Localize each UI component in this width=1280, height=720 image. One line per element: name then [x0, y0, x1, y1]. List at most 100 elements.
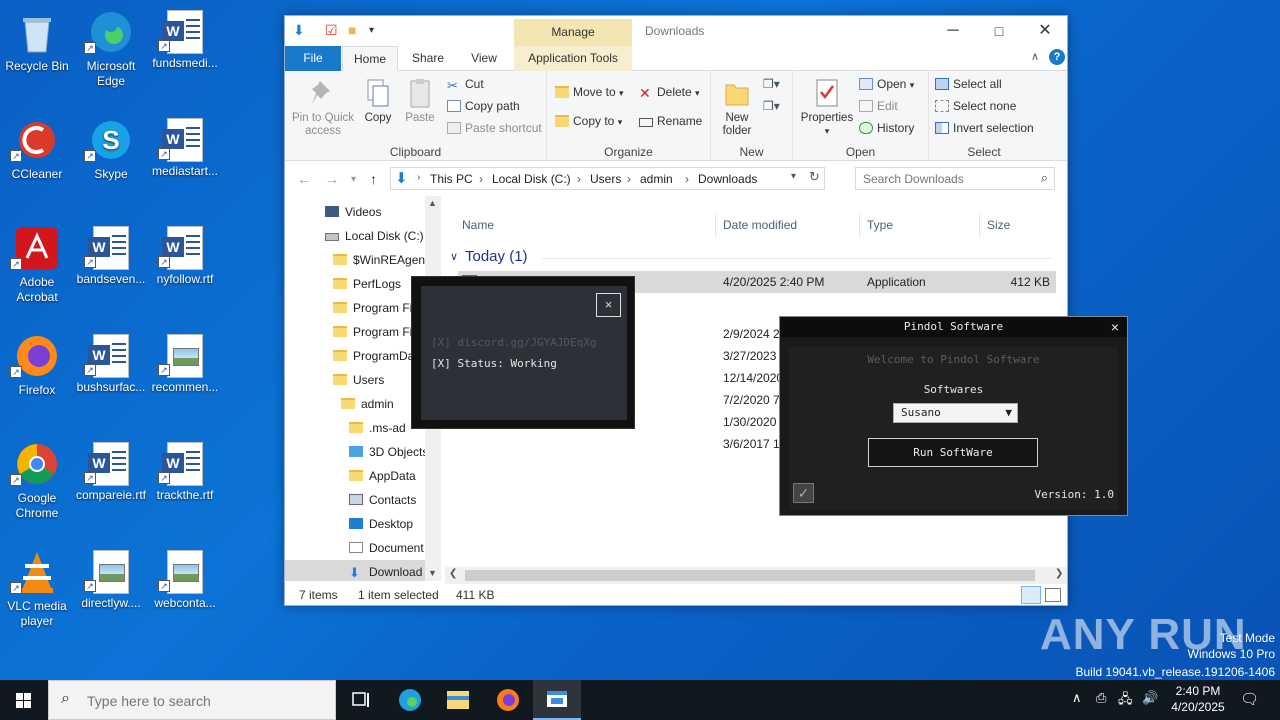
tray-device-icon[interactable]: ⎙	[1096, 690, 1106, 706]
notifications-icon[interactable]: 🗨	[1240, 690, 1259, 708]
new-item-icon[interactable]: ❐▾	[763, 77, 780, 91]
desktop-icon[interactable]: S ↗ Skype	[74, 116, 148, 182]
customize-qa-icon[interactable]: ▾	[369, 25, 374, 36]
search-input[interactable]	[856, 168, 1026, 189]
close-button[interactable]: ✕	[1023, 20, 1067, 44]
nav-item[interactable]: Users	[333, 368, 384, 392]
address-bar[interactable]: ⬇ › This PC › Local Disk (C:) › Users › …	[390, 167, 825, 190]
desktop-icon[interactable]: ↗ Google Chrome	[0, 440, 74, 521]
nav-item[interactable]: AppData	[349, 464, 416, 488]
tab-file[interactable]: File	[285, 46, 341, 71]
nav-item[interactable]: admin	[341, 392, 394, 416]
column-type[interactable]: Type	[867, 218, 893, 232]
desktop-icon[interactable]: W ↗ fundsmedi...	[148, 8, 222, 71]
nav-item[interactable]: .ms-ad	[349, 416, 406, 440]
tab-home[interactable]: Home	[342, 46, 398, 71]
desktop-icon[interactable]: ↗ webconta...	[148, 548, 222, 611]
nav-item[interactable]: Desktop	[349, 512, 413, 536]
scroll-left-icon[interactable]: ❮	[449, 568, 457, 579]
breadcrumb-users[interactable]: Users	[590, 172, 621, 186]
new-folder-quick-icon[interactable]: ■	[348, 22, 356, 38]
taskbar-firefox[interactable]	[484, 680, 532, 720]
desktop-icon[interactable]: W ↗ bushsurfac...	[74, 332, 148, 395]
maximize-button[interactable]: □	[977, 20, 1021, 44]
desktop-icon[interactable]: ↗ recommen...	[148, 332, 222, 395]
scroll-right-icon[interactable]: ❯	[1055, 568, 1063, 579]
invert-selection-button[interactable]: Invert selection	[935, 118, 1034, 138]
taskbar-file-explorer[interactable]	[434, 680, 482, 720]
nav-item[interactable]: Program Fi	[333, 296, 412, 320]
desktop-icon[interactable]: ↗ VLC media player	[0, 548, 74, 629]
cut-button[interactable]: ✂ Cut	[447, 74, 484, 94]
recent-locations-icon[interactable]: ▾	[351, 174, 356, 185]
software-select[interactable]: Susano ▼	[893, 403, 1018, 423]
task-view-button[interactable]	[336, 680, 384, 720]
quick-access-download-icon[interactable]: ⬇	[293, 22, 305, 39]
taskbar-clock[interactable]: 2:40 PM 4/20/2025	[1160, 683, 1236, 715]
scroll-down-icon[interactable]: ▼	[428, 568, 437, 578]
copy-to-button[interactable]: Copy to ▾	[555, 111, 622, 131]
copy-button[interactable]: Copy	[359, 77, 397, 125]
copy-path-button[interactable]: Copy path	[447, 96, 520, 116]
start-button[interactable]	[0, 680, 48, 720]
properties-button[interactable]: Properties ▾	[799, 77, 855, 138]
collapse-ribbon-icon[interactable]: ∧	[1031, 50, 1039, 63]
help-icon[interactable]: ?	[1049, 49, 1065, 65]
up-arrow-icon[interactable]: ↑	[370, 171, 377, 187]
select-all-button[interactable]: Select all	[935, 74, 1002, 94]
desktop-icon[interactable]: ↗ Adobe Acrobat	[0, 224, 74, 305]
breadcrumb-local-disk[interactable]: Local Disk (C:)	[492, 172, 571, 186]
nav-item[interactable]: Program Fi	[333, 320, 412, 344]
pindol-close-button[interactable]: ×	[1111, 317, 1119, 337]
desktop-icon[interactable]: W ↗ mediastart...	[148, 116, 222, 179]
checkbox[interactable]: ✓	[793, 483, 814, 503]
paste-shortcut-button[interactable]: Paste shortcut	[447, 118, 542, 138]
nav-item[interactable]: Local Disk (C:)	[325, 224, 424, 248]
nav-item[interactable]: Document	[349, 536, 424, 560]
taskbar-search[interactable]: ⌕	[48, 680, 336, 720]
nav-item[interactable]: Videos	[325, 200, 381, 224]
nav-item[interactable]: ⬇ Download	[285, 560, 439, 581]
easy-access-icon[interactable]: ❐▾	[763, 99, 780, 113]
desktop-icon[interactable]: ↗ Microsoft Edge	[74, 8, 148, 89]
properties-quick-icon[interactable]: ☑	[325, 22, 338, 39]
details-view-icon[interactable]	[1021, 586, 1041, 604]
tray-chevron-icon[interactable]: ∧	[1072, 690, 1082, 706]
search-box[interactable]: ⌕	[855, 167, 1055, 190]
tab-share[interactable]: Share	[405, 46, 451, 71]
network-icon[interactable]: 🖧	[1118, 690, 1133, 712]
breadcrumb-this-pc[interactable]: This PC	[430, 172, 473, 186]
refresh-icon[interactable]: ↻	[809, 169, 820, 185]
edit-button[interactable]: Edit	[859, 96, 898, 116]
address-dropdown-icon[interactable]: ▾	[791, 171, 796, 182]
delete-button[interactable]: ✕ Delete ▾	[639, 82, 700, 102]
select-none-button[interactable]: Select none	[935, 96, 1016, 116]
desktop-icon[interactable]: ↗ Firefox	[0, 332, 74, 398]
column-name[interactable]: Name	[462, 218, 494, 232]
nav-item[interactable]: 3D Objects	[349, 440, 428, 464]
breadcrumb-downloads[interactable]: Downloads	[698, 172, 757, 186]
tab-application-tools[interactable]: Application Tools	[514, 46, 632, 71]
paste-button[interactable]: Paste	[401, 77, 439, 125]
desktop-icon[interactable]: ↗ CCleaner	[0, 116, 74, 182]
nav-item[interactable]: $WinREAgent	[333, 248, 428, 272]
new-folder-button[interactable]: New folder	[715, 77, 759, 138]
taskbar-edge[interactable]	[386, 680, 434, 720]
minimize-button[interactable]: ─	[931, 20, 975, 44]
desktop-icon[interactable]: W ↗ nyfollow.rtf	[148, 224, 222, 287]
breadcrumb-admin[interactable]: admin	[640, 172, 673, 186]
column-date-modified[interactable]: Date modified	[723, 218, 797, 232]
run-software-button[interactable]: Run SoftWare	[868, 438, 1038, 467]
history-button[interactable]: History	[859, 118, 914, 138]
desktop-icon[interactable]: W ↗ compareie.rtf	[74, 440, 148, 503]
pin-quick-access-button[interactable]: Pin to Quick access	[291, 77, 355, 138]
desktop-icon[interactable]: W ↗ trackthe.rtf	[148, 440, 222, 503]
tab-view[interactable]: View	[461, 46, 507, 71]
console-close-button[interactable]: ×	[596, 293, 621, 317]
nav-item[interactable]: PerfLogs	[333, 272, 401, 296]
back-arrow-icon[interactable]: ←	[297, 171, 311, 187]
volume-icon[interactable]: 🔊	[1142, 690, 1158, 706]
taskbar-search-input[interactable]	[87, 691, 327, 711]
desktop-icon[interactable]: Recycle Bin	[0, 8, 74, 74]
move-to-button[interactable]: Move to ▾	[555, 82, 624, 102]
